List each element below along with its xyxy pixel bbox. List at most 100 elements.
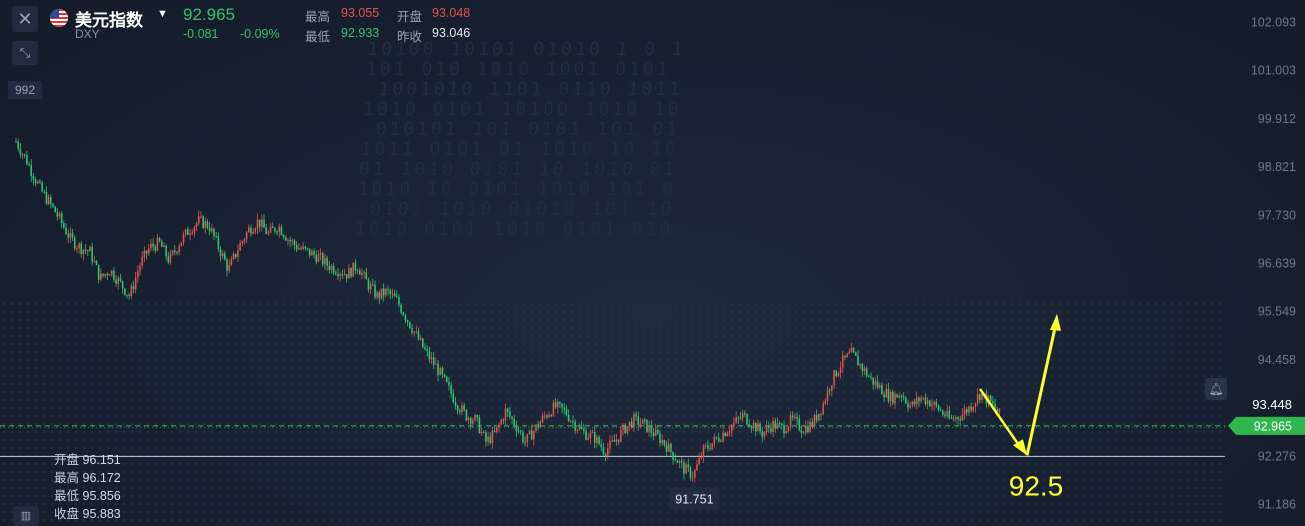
high-label: 最高	[305, 10, 331, 24]
candle-body	[411, 327, 413, 333]
candle-body	[317, 254, 320, 262]
candle-body	[887, 388, 890, 402]
candle-body	[820, 413, 822, 415]
y-axis-tick-label: 98.821	[1258, 160, 1296, 174]
candle-body	[17, 141, 19, 149]
candle-body	[165, 245, 167, 257]
candle-body	[772, 420, 774, 432]
candle-body	[972, 406, 975, 411]
candle-body	[515, 425, 518, 432]
candle-body	[110, 270, 113, 275]
candle-body	[654, 429, 657, 436]
candle-body	[774, 420, 777, 429]
candle-body	[391, 293, 394, 295]
chart-canvas[interactable]: 10100 10101 01010 1 0 1 101 010 1010 100…	[0, 0, 1305, 526]
candle-body	[628, 421, 631, 426]
candle-body	[265, 227, 268, 234]
candle-body	[633, 414, 635, 428]
candle-body	[378, 292, 381, 299]
candle-body	[724, 432, 727, 437]
candle-body	[422, 338, 424, 348]
candle-body	[680, 461, 683, 463]
candle-body	[563, 407, 566, 409]
candle-body	[696, 464, 698, 471]
candle-body	[648, 425, 650, 432]
price-chart[interactable]: 102.093 101.003 99.912 98.821 97.730 96.639 95…	[0, 0, 1305, 526]
candle-body	[69, 232, 72, 238]
candle-body	[245, 232, 248, 240]
candle-body	[326, 257, 328, 266]
low-marker-label: 91.751	[675, 493, 713, 507]
candle-body	[454, 402, 457, 406]
candle-body	[839, 367, 842, 373]
candle-body	[533, 430, 535, 440]
candle-body	[857, 355, 859, 366]
candle-body	[441, 367, 444, 375]
candle-body	[228, 265, 231, 271]
candle-body	[208, 227, 211, 232]
candle-body	[979, 394, 981, 400]
candle-body	[36, 181, 39, 184]
candle-body	[182, 234, 185, 243]
candle-body	[193, 226, 196, 233]
candle-body	[126, 294, 128, 296]
candle-body	[39, 181, 41, 183]
ohlc-low-value: 95.856	[82, 489, 121, 503]
candle-body	[376, 292, 378, 298]
symbol-code: DXY	[75, 27, 100, 41]
candle-body	[824, 400, 827, 404]
symbol-dropdown-icon[interactable]: ▼	[157, 8, 168, 20]
candle-body	[613, 440, 616, 442]
candle-body	[219, 248, 222, 257]
candle-body	[295, 244, 298, 250]
candle-body	[200, 216, 202, 218]
candle-body	[804, 425, 807, 433]
candle-body	[541, 415, 544, 423]
candle-body	[859, 364, 861, 366]
candle-body	[382, 288, 385, 296]
candle-body	[809, 421, 811, 433]
candle-body	[252, 231, 254, 234]
candle-body	[408, 322, 411, 328]
candle-body	[852, 347, 855, 353]
ohlc-close-row: 收盘 95.883	[54, 507, 121, 521]
candle-body	[356, 270, 359, 272]
candle-body	[41, 182, 43, 192]
candle-body	[119, 277, 122, 282]
y-axis-tick-label: 97.730	[1258, 208, 1296, 222]
candle-body	[744, 413, 746, 415]
candle-body	[263, 219, 265, 228]
candle-body	[526, 434, 529, 443]
candle-body	[837, 372, 840, 377]
bell-icon[interactable]: 🔔︎	[1205, 378, 1227, 400]
candle-body	[611, 440, 613, 442]
candle-body	[372, 284, 374, 286]
candle-body	[300, 248, 302, 250]
candle-body	[234, 253, 237, 257]
indicator-icon[interactable]: ▥	[13, 506, 39, 526]
candle-body	[393, 293, 396, 297]
candle-body	[452, 393, 455, 403]
candle-body	[226, 259, 228, 271]
close-icon[interactable]: ✕	[12, 6, 38, 32]
candle-body	[395, 296, 398, 298]
candle-body	[402, 312, 405, 316]
candle-body	[95, 261, 98, 265]
candle-body	[637, 415, 640, 425]
candle-body	[134, 277, 137, 290]
candle-body	[206, 221, 209, 228]
candle-body	[467, 417, 470, 421]
candle-body	[169, 253, 172, 263]
candle-body	[580, 426, 583, 429]
collapse-icon[interactable]: ⤡	[12, 41, 38, 65]
candle-body	[935, 401, 938, 406]
candle-body	[807, 425, 809, 433]
candle-body	[615, 439, 618, 442]
candle-body	[284, 237, 287, 241]
candle-body	[918, 397, 920, 402]
candle-body	[535, 424, 537, 431]
candle-body	[358, 270, 361, 275]
candle-body	[156, 237, 159, 251]
candle-body	[609, 440, 611, 449]
candle-body	[132, 286, 135, 290]
